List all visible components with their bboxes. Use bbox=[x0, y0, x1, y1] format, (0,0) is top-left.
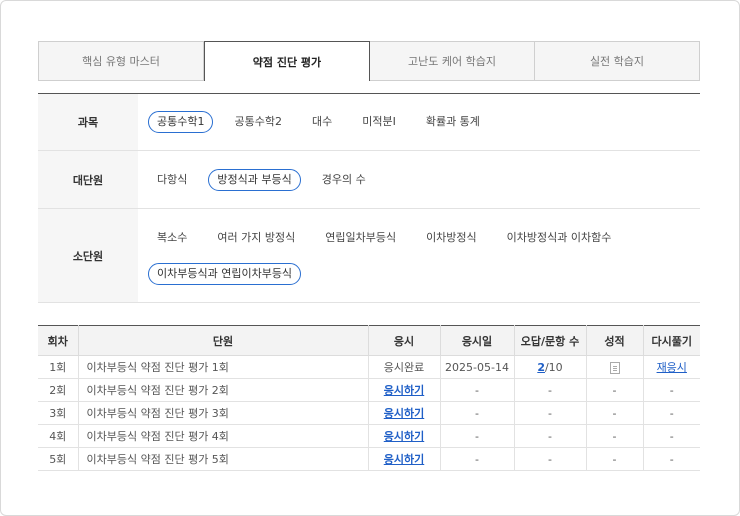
minor-unit-option[interactable]: 복소수 bbox=[148, 227, 196, 249]
date-cell: - bbox=[439, 447, 515, 471]
subject-option[interactable]: 공통수학2 bbox=[225, 111, 290, 133]
subject-options: 공통수학1 공통수학2 대수 미적분Ⅰ 확률과 통계 bbox=[138, 94, 700, 150]
total-count: /10 bbox=[544, 360, 563, 374]
subject-option[interactable]: 확률과 통계 bbox=[417, 111, 489, 133]
retry-cell: - bbox=[642, 447, 700, 471]
col-status: 응시 bbox=[367, 325, 441, 356]
col-wrong-count: 오답/문항 수 bbox=[513, 325, 587, 356]
filter-row-subject: 과목 공통수학1 공통수학2 대수 미적분Ⅰ 확률과 통계 bbox=[38, 94, 700, 151]
unit-cell: 이차부등식 약점 진단 평가 1회 bbox=[77, 355, 369, 379]
status-cell: 응시하기 bbox=[367, 378, 441, 402]
status-cell: 응시하기 bbox=[367, 424, 441, 448]
tab-weakness-diagnosis[interactable]: 약점 진단 평가 bbox=[204, 41, 370, 81]
table-row: 2회 이차부등식 약점 진단 평가 2회 응시하기 - - - - bbox=[38, 378, 700, 402]
table-row: 4회 이차부등식 약점 진단 평가 4회 응시하기 - - - - bbox=[38, 424, 700, 448]
filter-label-major-unit: 대단원 bbox=[38, 151, 138, 208]
filter-row-minor-unit: 소단원 복소수 여러 가지 방정식 연립일차부등식 이차방정식 이차방정식과 이… bbox=[38, 209, 700, 303]
filter-row-major-unit: 대단원 다항식 방정식과 부등식 경우의 수 bbox=[38, 151, 700, 209]
major-unit-options: 다항식 방정식과 부등식 경우의 수 bbox=[138, 151, 700, 208]
filter-label-minor-unit: 소단원 bbox=[38, 209, 138, 302]
filter-label-subject: 과목 bbox=[38, 94, 138, 150]
take-test-link[interactable]: 응시하기 bbox=[384, 430, 424, 443]
minor-unit-option[interactable]: 여러 가지 방정식 bbox=[208, 227, 304, 249]
subject-option[interactable]: 공통수학1 bbox=[148, 111, 214, 133]
unit-cell: 이차부등식 약점 진단 평가 3회 bbox=[77, 401, 369, 425]
wrong-count-cell: - bbox=[513, 424, 587, 448]
report-icon[interactable] bbox=[609, 361, 620, 374]
col-score: 성적 bbox=[585, 325, 644, 356]
minor-unit-option[interactable]: 이차부등식과 연립이차부등식 bbox=[148, 262, 302, 285]
take-test-link[interactable]: 응시하기 bbox=[384, 453, 424, 466]
status-cell: 응시완료 bbox=[367, 355, 441, 379]
round-cell: 5회 bbox=[38, 447, 79, 471]
col-unit: 단원 bbox=[77, 325, 369, 356]
take-test-link[interactable]: 응시하기 bbox=[384, 407, 424, 420]
table-row: 5회 이차부등식 약점 진단 평가 5회 응시하기 - - - - bbox=[38, 447, 700, 471]
subject-option[interactable]: 미적분Ⅰ bbox=[353, 111, 405, 133]
tab-bar: 핵심 유형 마스터 약점 진단 평가 고난도 케어 학습지 실전 학습지 bbox=[38, 41, 700, 81]
wrong-count-link[interactable]: 2 bbox=[537, 361, 545, 374]
retry-cell: - bbox=[642, 424, 700, 448]
retry-cell: - bbox=[642, 378, 700, 402]
minor-unit-option[interactable]: 연립일차부등식 bbox=[316, 227, 405, 249]
minor-unit-options: 복소수 여러 가지 방정식 연립일차부등식 이차방정식 이차방정식과 이차함수 … bbox=[138, 209, 700, 302]
wrong-count-cell: 2/10 bbox=[513, 355, 587, 379]
round-cell: 4회 bbox=[38, 424, 79, 448]
unit-cell: 이차부등식 약점 진단 평가 2회 bbox=[77, 378, 369, 402]
major-unit-option[interactable]: 다항식 bbox=[148, 169, 196, 191]
col-date: 응시일 bbox=[439, 325, 515, 356]
minor-unit-option[interactable]: 이차방정식과 이차함수 bbox=[498, 227, 621, 249]
unit-cell: 이차부등식 약점 진단 평가 5회 bbox=[77, 447, 369, 471]
date-cell: - bbox=[439, 424, 515, 448]
filter-panel: 과목 공통수학1 공통수학2 대수 미적분Ⅰ 확률과 통계 대단원 다항식 방정… bbox=[38, 93, 700, 303]
score-cell: - bbox=[585, 378, 644, 402]
table-header-row: 회차 단원 응시 응시일 오답/문항 수 성적 다시풀기 bbox=[38, 325, 700, 356]
status-cell: 응시하기 bbox=[367, 401, 441, 425]
wrong-count-cell: - bbox=[513, 378, 587, 402]
score-cell: - bbox=[585, 424, 644, 448]
wrong-count-cell: - bbox=[513, 447, 587, 471]
score-cell: - bbox=[585, 401, 644, 425]
tab-core-type-master[interactable]: 핵심 유형 마스터 bbox=[38, 41, 204, 81]
unit-cell: 이차부등식 약점 진단 평가 4회 bbox=[77, 424, 369, 448]
major-unit-option[interactable]: 경우의 수 bbox=[313, 169, 375, 191]
retry-cell: 재응시 bbox=[642, 355, 700, 379]
col-round: 회차 bbox=[38, 325, 79, 356]
date-cell: - bbox=[439, 401, 515, 425]
score-cell: - bbox=[585, 447, 644, 471]
table-row: 3회 이차부등식 약점 진단 평가 3회 응시하기 - - - - bbox=[38, 401, 700, 425]
col-retry: 다시풀기 bbox=[642, 325, 700, 356]
retake-link[interactable]: 재응시 bbox=[657, 361, 687, 374]
subject-option[interactable]: 대수 bbox=[303, 111, 341, 133]
assessment-table: 회차 단원 응시 응시일 오답/문항 수 성적 다시풀기 1회 이차부등식 약점… bbox=[38, 325, 700, 471]
retry-cell: - bbox=[642, 401, 700, 425]
minor-unit-option[interactable]: 이차방정식 bbox=[417, 227, 486, 249]
table-row: 1회 이차부등식 약점 진단 평가 1회 응시완료 2025-05-14 2/1… bbox=[38, 355, 700, 379]
round-cell: 2회 bbox=[38, 378, 79, 402]
wrong-count-cell: - bbox=[513, 401, 587, 425]
take-test-link[interactable]: 응시하기 bbox=[384, 384, 424, 397]
score-cell bbox=[585, 355, 644, 379]
date-cell: - bbox=[439, 378, 515, 402]
major-unit-option[interactable]: 방정식과 부등식 bbox=[208, 168, 301, 191]
round-cell: 3회 bbox=[38, 401, 79, 425]
tab-practical-worksheet[interactable]: 실전 학습지 bbox=[535, 41, 700, 81]
status-cell: 응시하기 bbox=[367, 447, 441, 471]
tab-hard-care-worksheet[interactable]: 고난도 케어 학습지 bbox=[370, 41, 535, 81]
round-cell: 1회 bbox=[38, 355, 79, 379]
date-cell: 2025-05-14 bbox=[439, 355, 515, 379]
